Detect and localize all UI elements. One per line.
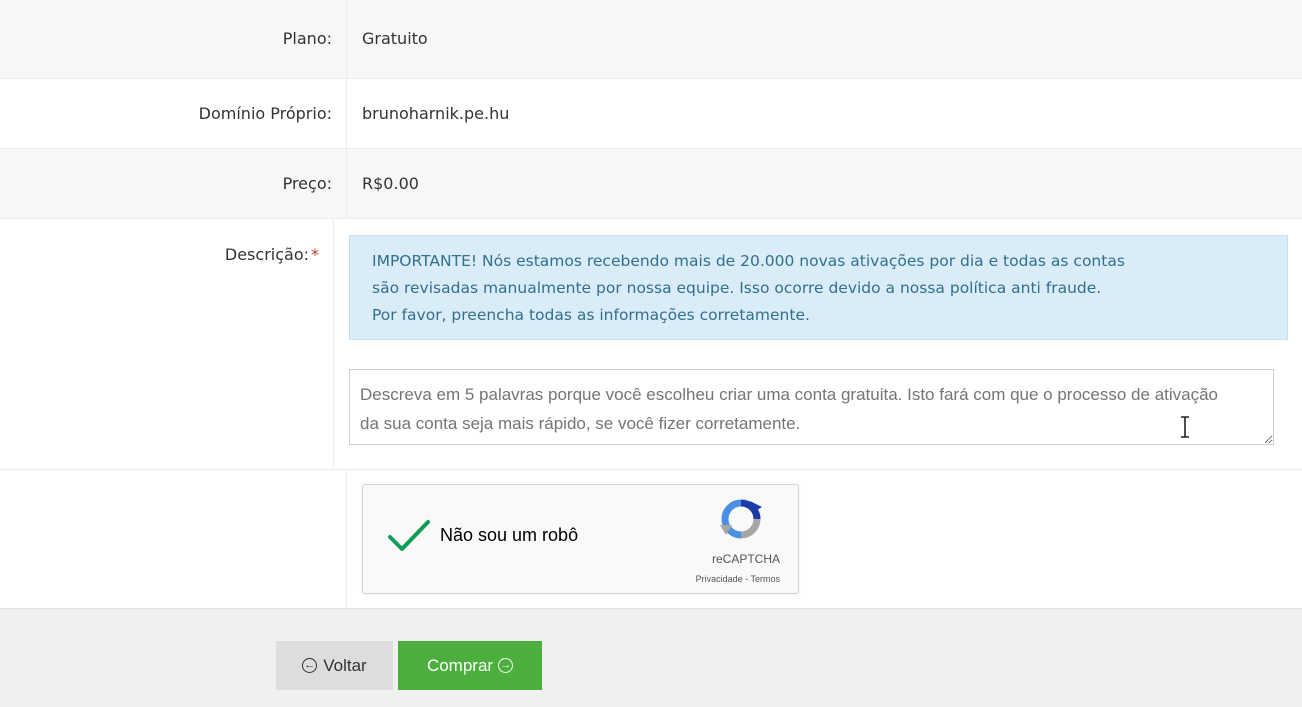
price-label: Preço: xyxy=(0,149,347,218)
back-button[interactable]: ← Voltar xyxy=(276,641,393,690)
recaptcha-brand: reCAPTCHA xyxy=(711,552,780,566)
domain-row: Domínio Próprio: brunoharnik.pe.hu xyxy=(0,79,1302,149)
price-row: Preço: R$0.00 xyxy=(0,149,1302,219)
important-alert: IMPORTANTE! Nós estamos recebendo mais d… xyxy=(349,235,1288,340)
description-label-cell: Descrição: * xyxy=(0,219,334,469)
domain-value: brunoharnik.pe.hu xyxy=(362,104,510,123)
back-button-label: Voltar xyxy=(323,655,367,675)
buy-button[interactable]: Comprar → xyxy=(398,641,542,690)
alert-line: são revisadas manualmente por nossa equi… xyxy=(372,279,1102,297)
checkmark-icon[interactable] xyxy=(387,519,431,553)
description-label: Descrição: xyxy=(224,245,309,264)
arrow-left-circle-icon: ← xyxy=(302,658,318,673)
recaptcha-privacy-terms-links[interactable]: Privacidade - Termos xyxy=(696,574,780,584)
price-value: R$0.00 xyxy=(362,174,419,193)
captcha-label: Não sou um robô xyxy=(440,525,579,545)
required-asterisk: * xyxy=(311,245,319,264)
alert-line: IMPORTANTE! Nós estamos recebendo mais d… xyxy=(372,252,1125,270)
captcha-label-cell xyxy=(0,470,347,613)
description-row: Descrição: * IMPORTANTE! Nós estamos rece… xyxy=(0,219,1302,470)
buy-button-label: Comprar xyxy=(426,655,494,675)
plan-value: Gratuito xyxy=(362,29,428,48)
captcha-row: Não sou um robô reCAPTCHA Privacidade - … xyxy=(0,470,1302,613)
captcha-value-cell: Não sou um robô reCAPTCHA Privacidade - … xyxy=(347,470,1302,613)
plan-label: Plano: xyxy=(0,0,347,78)
recaptcha-logo-icon xyxy=(720,499,762,539)
alert-line: Por favor, preencha todas as informações… xyxy=(372,306,810,324)
text-cursor-icon xyxy=(1181,416,1189,438)
description-value-cell: IMPORTANTE! Nós estamos recebendo mais d… xyxy=(334,219,1302,469)
description-textarea[interactable] xyxy=(349,369,1274,445)
domain-label: Domínio Próprio: xyxy=(0,79,347,148)
plan-row: Plano: Gratuito xyxy=(0,0,1302,79)
arrow-right-circle-icon: → xyxy=(498,658,514,673)
form-footer: ← Voltar Comprar → xyxy=(0,608,1302,707)
order-form: Plano: Gratuito Domínio Próprio: brunoha… xyxy=(0,0,1302,613)
recaptcha-widget: Não sou um robô reCAPTCHA Privacidade - … xyxy=(362,484,799,594)
